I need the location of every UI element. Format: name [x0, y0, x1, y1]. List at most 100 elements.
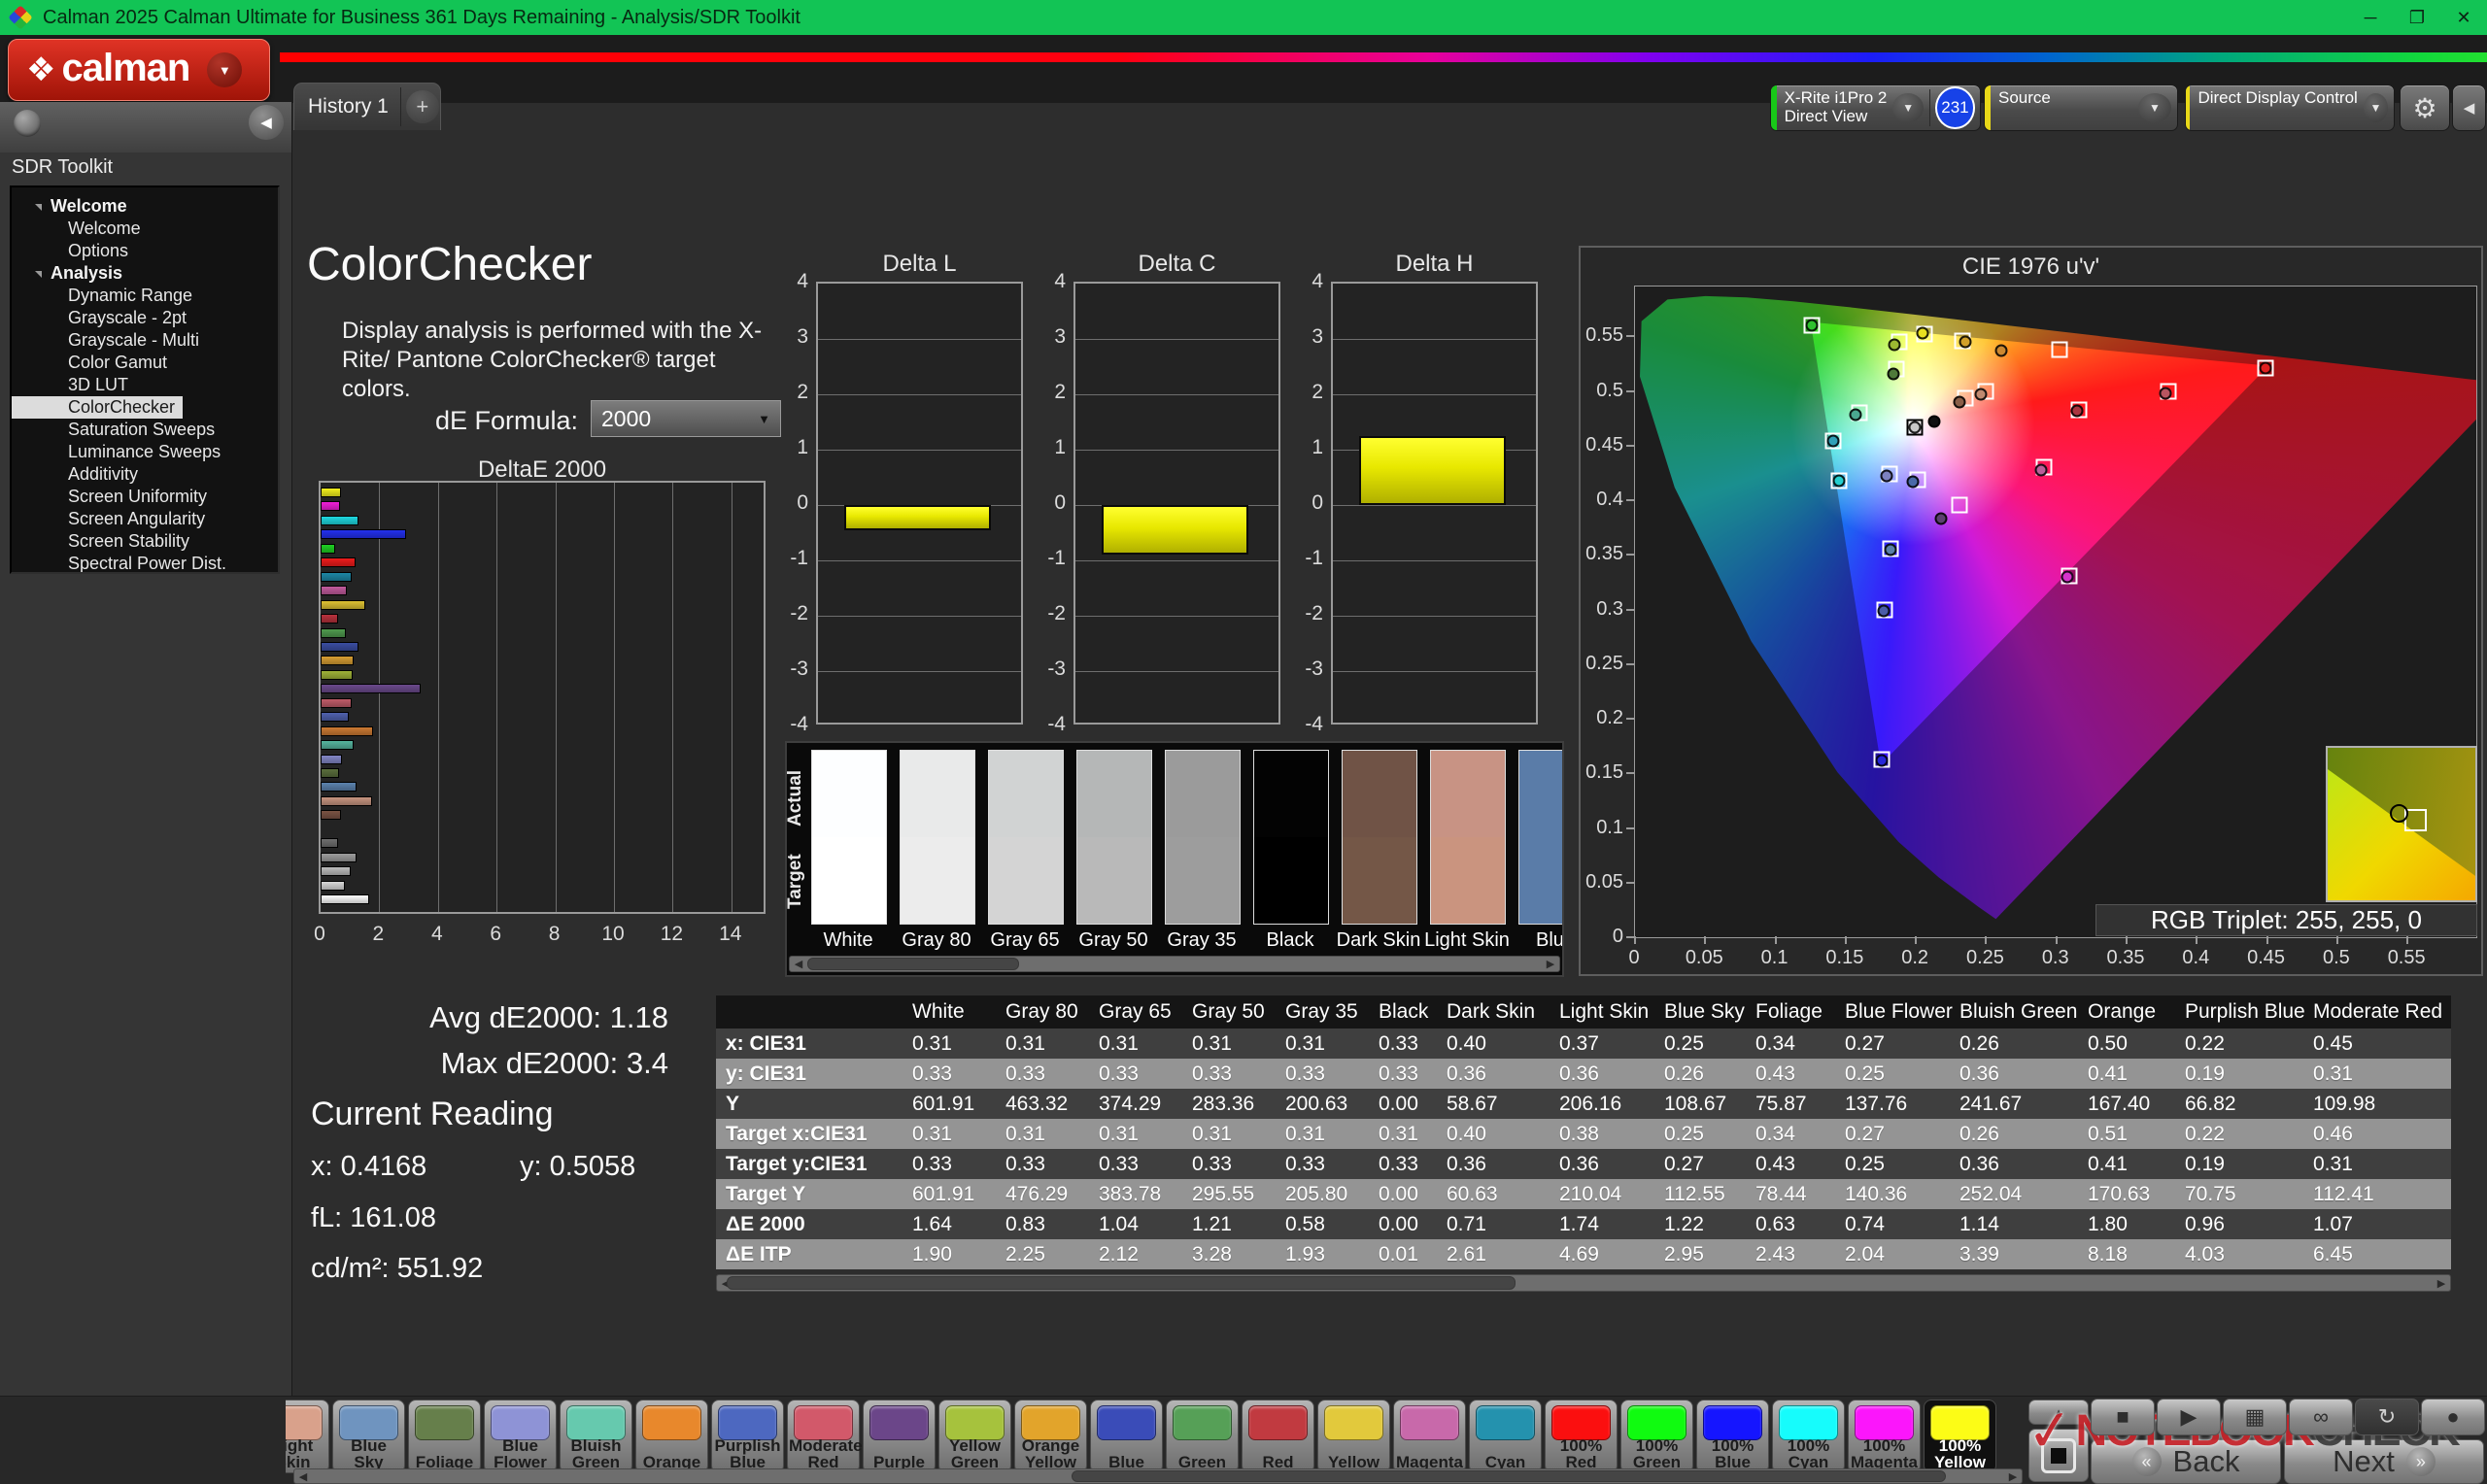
scrollbar-thumb[interactable]	[727, 1276, 1516, 1290]
scroll-left-arrow[interactable]: ◀	[790, 957, 807, 971]
play-button[interactable]: ▶	[2157, 1399, 2221, 1435]
palette-expand-button[interactable]: ▲	[2028, 1400, 2089, 1425]
patch-button-100-cyan[interactable]: 100% Cyan	[1772, 1400, 1845, 1473]
patch-button-cyan[interactable]: Cyan	[1469, 1400, 1542, 1473]
y-tick-label: -2	[790, 602, 808, 624]
sidebar-item-luminance-sweeps[interactable]: Luminance Sweeps	[12, 441, 278, 463]
next-button[interactable]: Next »	[2284, 1439, 2484, 1484]
pattern-button[interactable]: ▦	[2223, 1399, 2287, 1435]
patch-button-bluish-green[interactable]: Bluish Green	[560, 1400, 632, 1473]
patch-button-yellow[interactable]: Yellow	[1317, 1400, 1390, 1473]
display-control-dropdown[interactable]: Direct Display Control ▼	[2185, 84, 2395, 131]
minimize-button[interactable]: ─	[2347, 0, 2394, 35]
rgb-triplet-readout: RGB Triplet: 255, 255, 0	[2095, 904, 2477, 936]
cell: 4.69	[1559, 1242, 1599, 1265]
add-tab-button[interactable]: +	[405, 90, 439, 123]
patch-button-green[interactable]: Green	[1166, 1400, 1239, 1473]
gridline	[496, 483, 498, 912]
cie-measured-dot	[2034, 463, 2048, 477]
sidebar-item-welcome[interactable]: Welcome	[12, 218, 278, 240]
patch-button-orange[interactable]: Orange	[635, 1400, 708, 1473]
back-button[interactable]: « Back	[2091, 1439, 2281, 1484]
scroll-right-arrow[interactable]: ▶	[2004, 1469, 2022, 1483]
cell: 0.33	[912, 1062, 952, 1085]
scrollbar-thumb[interactable]	[1072, 1470, 1946, 1482]
patch-color-chip	[1703, 1405, 1762, 1440]
meter-dropdown[interactable]: X-Rite i1Pro 2 Direct View ▼ 231	[1770, 84, 1981, 131]
compare-swatch-label: Black	[1266, 929, 1314, 951]
sidebar-item-options[interactable]: Options	[12, 240, 278, 262]
patch-button-100-red[interactable]: 100% Red	[1545, 1400, 1618, 1473]
sidebar-item-screen-angularity[interactable]: Screen Angularity	[12, 508, 278, 530]
chevron-left-icon: ◀	[260, 115, 272, 131]
patch-button-100-blue[interactable]: 100% Blue	[1696, 1400, 1769, 1473]
patch-label: 100% Blue	[1711, 1436, 1755, 1471]
patch-button-red[interactable]: Red	[1242, 1400, 1314, 1473]
sidebar-item-additivity[interactable]: Additivity	[12, 463, 278, 486]
x-tick	[2266, 936, 2268, 944]
scrollbar-track[interactable]: ◀ ▶	[716, 1274, 2451, 1292]
collapse-right-panel-button[interactable]: ◀	[2452, 84, 2486, 131]
status-dot-button[interactable]	[14, 110, 41, 137]
patch-button-purple[interactable]: Purple	[863, 1400, 936, 1473]
scrollbar-thumb[interactable]	[807, 958, 1019, 970]
cell: 1.80	[2088, 1212, 2128, 1235]
cell: 112.55	[1664, 1182, 1725, 1205]
patch-button-light-skin[interactable]: Light Skin	[286, 1400, 329, 1473]
settings-button[interactable]: ⚙	[2400, 84, 2450, 131]
sidebar-item-color-gamut[interactable]: Color Gamut	[12, 352, 278, 374]
patch-button-100-yellow[interactable]: 100% Yellow	[1924, 1400, 1996, 1473]
scroll-right-arrow[interactable]: ▶	[1542, 957, 1559, 971]
refresh-button[interactable]: ↻	[2355, 1399, 2419, 1435]
patch-button-purplish-blue[interactable]: Purplish Blue	[711, 1400, 784, 1473]
loop-button[interactable]: ∞	[2289, 1399, 2353, 1435]
inset-measured-dot	[2389, 804, 2408, 824]
patch-button-magenta[interactable]: Magenta	[1393, 1400, 1466, 1473]
sidebar-item-screen-uniformity[interactable]: Screen Uniformity	[12, 486, 278, 508]
sidebar-item-screen-stability[interactable]: Screen Stability	[12, 530, 278, 553]
bar-blue	[321, 641, 358, 652]
sidebar-item-colorchecker[interactable]: ColorChecker	[12, 396, 184, 419]
calman-menu-button[interactable]: ❖ calman ▼	[8, 39, 270, 101]
de-formula-select[interactable]: 2000 ▼	[591, 400, 781, 437]
cell: 2.04	[1845, 1242, 1885, 1265]
patch-button-100-green[interactable]: 100% Green	[1620, 1400, 1693, 1473]
patch-button-foliage[interactable]: Foliage	[408, 1400, 481, 1473]
sidebar-group-welcome[interactable]: Welcome	[12, 195, 278, 218]
collapse-sidebar-button[interactable]: ◀	[249, 105, 284, 140]
scroll-right-arrow[interactable]: ▶	[2433, 1275, 2450, 1291]
compare-swatch-gray-80	[900, 750, 975, 925]
scroll-left-arrow[interactable]: ◀	[294, 1469, 312, 1483]
sidebar-group-analysis[interactable]: Analysis	[12, 262, 278, 285]
sidebar-item-grayscale-multi[interactable]: Grayscale - Multi	[12, 329, 278, 352]
sidebar-item-3d-lut[interactable]: 3D LUT	[12, 374, 278, 396]
sidebar-item-dynamic-range[interactable]: Dynamic Range	[12, 285, 278, 307]
read-button[interactable]: ■	[2091, 1399, 2155, 1435]
patch-button-blue-sky[interactable]: Blue Sky	[332, 1400, 405, 1473]
close-button[interactable]: ✕	[2440, 0, 2487, 35]
cell: 66.82	[2185, 1092, 2236, 1115]
scrollbar-track[interactable]: ◀ ▶	[293, 1468, 2023, 1484]
source-dropdown[interactable]: Source ▼	[1984, 84, 2178, 131]
patch-button-blue[interactable]: Blue	[1090, 1400, 1163, 1473]
tab-history-1[interactable]: History 1 +	[293, 83, 441, 130]
y-tick-label: 0	[797, 491, 808, 514]
options-button[interactable]: ●	[2421, 1399, 2485, 1435]
scrollbar-track[interactable]: ◀ ▶	[789, 956, 1560, 972]
sidebar-item-saturation-sweeps[interactable]: Saturation Sweeps	[12, 419, 278, 441]
sidebar-item-grayscale-2pt[interactable]: Grayscale - 2pt	[12, 307, 278, 329]
stop-button[interactable]	[2028, 1429, 2089, 1482]
cie-measured-dot	[1916, 326, 1929, 340]
cell: 0.40	[1447, 1031, 1486, 1055]
cell: 0.00	[1379, 1212, 1418, 1235]
cell: 0.33	[1099, 1152, 1139, 1175]
y-tick-label: 0.5	[1596, 379, 1623, 401]
sidebar-item-spectral-power-dist-[interactable]: Spectral Power Dist.	[12, 553, 278, 572]
maximize-button[interactable]: ❐	[2394, 0, 2440, 35]
meter-count-badge[interactable]: 231	[1934, 86, 1975, 129]
patch-button-100-magenta[interactable]: 100% Magenta	[1848, 1400, 1921, 1473]
patch-button-yellow-green[interactable]: Yellow Green	[938, 1400, 1011, 1473]
patch-button-orange-yellow[interactable]: Orange Yellow	[1014, 1400, 1087, 1473]
patch-button-moderate-red[interactable]: Moderate Red	[787, 1400, 863, 1473]
patch-button-blue-flower[interactable]: Blue Flower	[484, 1400, 557, 1473]
